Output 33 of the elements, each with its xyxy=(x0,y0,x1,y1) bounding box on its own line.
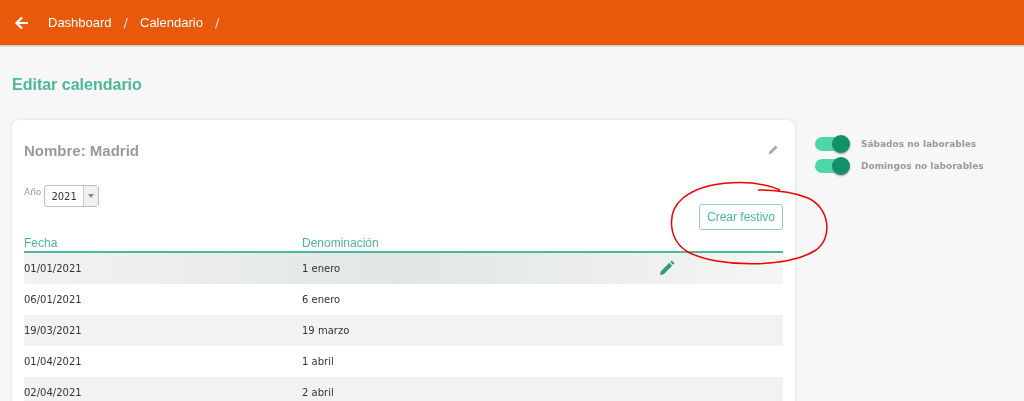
table-row[interactable]: 19/03/2021 19 marzo xyxy=(24,315,783,346)
calendar-name: Nombre: Madrid xyxy=(24,141,139,159)
page-title: Editar calendario xyxy=(11,75,143,89)
breadcrumb-separator: / xyxy=(214,15,220,30)
toggle-label: Sábados no laborables xyxy=(861,139,977,149)
breadcrumb-link[interactable]: Calendario xyxy=(140,15,203,30)
table-cell: 1 enero xyxy=(302,263,341,274)
toggle-switch[interactable] xyxy=(815,137,848,151)
toggle-label: Domingos no laborables xyxy=(861,161,984,171)
table-cell-text: 02/04/2021 xyxy=(24,387,83,398)
table-row[interactable]: 06/01/2021 6 enero xyxy=(24,284,783,315)
table-cell: 6 enero xyxy=(302,294,341,305)
column-header: Denominación xyxy=(302,236,379,251)
table-cell-text: 01/01/2021 xyxy=(24,263,83,274)
table-cell: 2 abril xyxy=(302,387,334,398)
year-label: Año xyxy=(24,187,42,197)
back-arrow-icon[interactable] xyxy=(14,14,30,31)
table-cell-text: 19/03/2021 xyxy=(24,325,83,336)
breadcrumb-link[interactable]: Dashboard xyxy=(48,15,112,30)
table-row[interactable]: 02/04/2021 2 abril xyxy=(24,377,783,401)
table-cell: 1 abril xyxy=(302,356,334,367)
table-cell: 19 marzo xyxy=(302,325,350,336)
table-row[interactable]: 01/01/2021 1 enero xyxy=(24,253,783,284)
toggle-switch[interactable] xyxy=(815,159,848,173)
year-select[interactable]: 2021 xyxy=(44,185,99,207)
table-cell-text: 01/04/2021 xyxy=(24,356,83,367)
dropdown-caret-icon xyxy=(87,194,94,198)
breadcrumb-separator: / xyxy=(123,15,128,30)
table-row[interactable]: 01/04/2021 1 abril xyxy=(24,346,783,377)
table-cell-text: 06/01/2021 xyxy=(24,294,83,305)
edit-icon[interactable] xyxy=(767,144,779,156)
edit-icon[interactable] xyxy=(658,260,675,277)
column-header: Fecha xyxy=(24,236,59,251)
